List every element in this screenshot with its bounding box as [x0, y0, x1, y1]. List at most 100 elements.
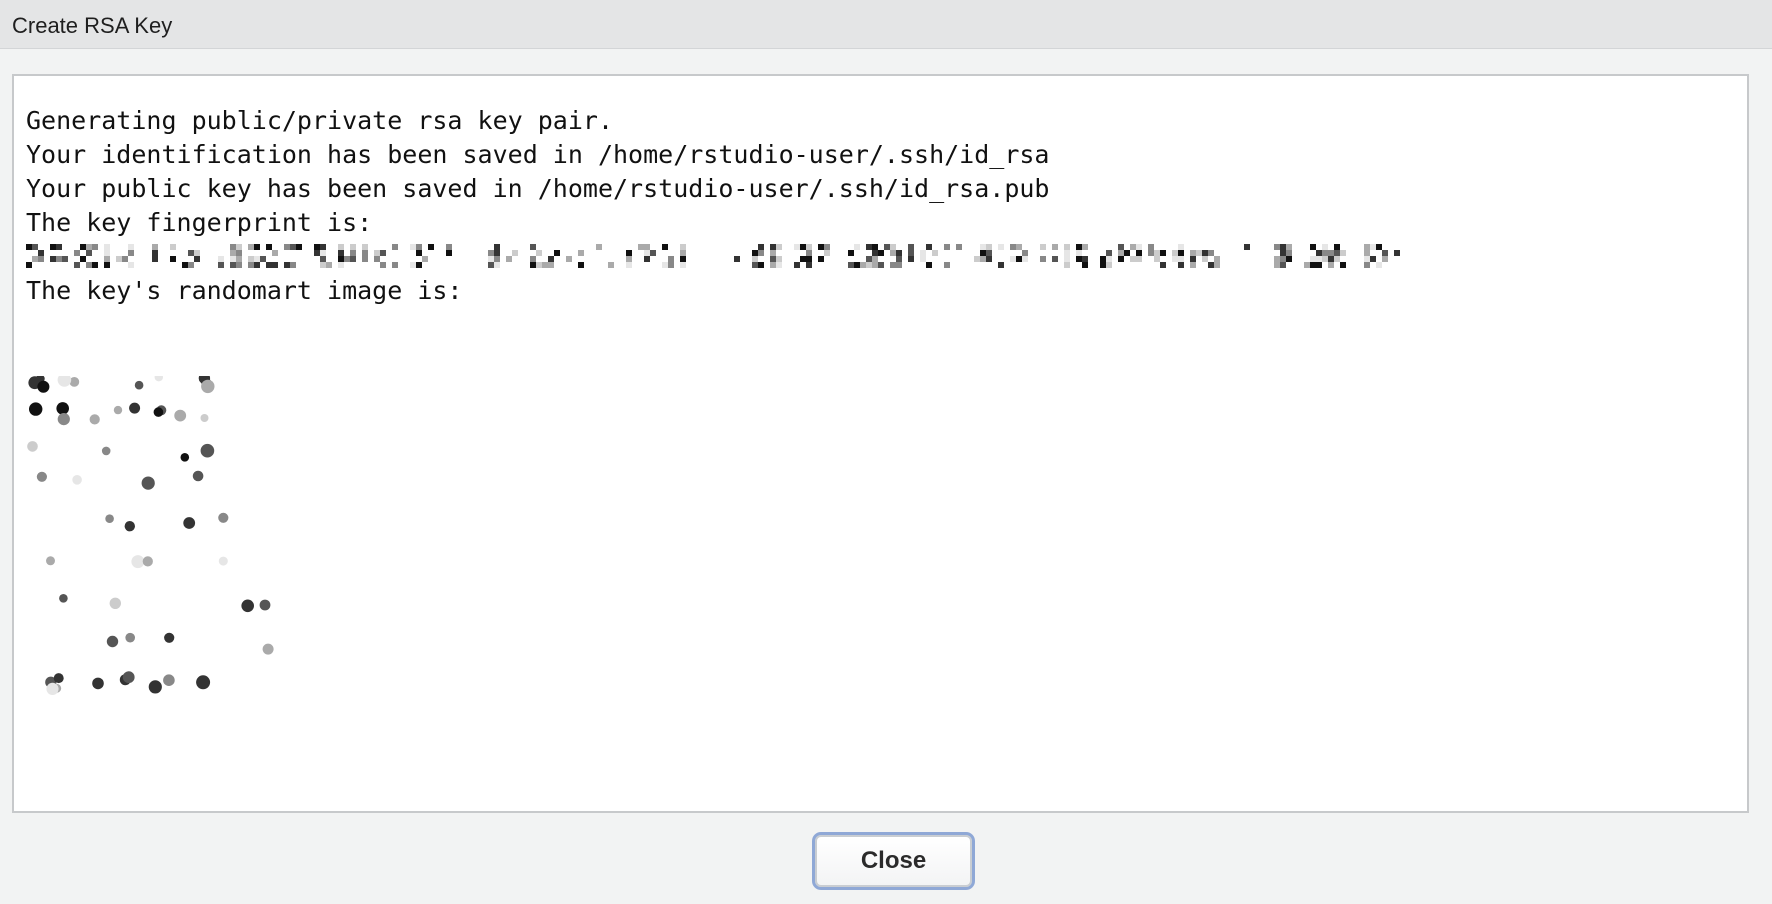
pixel-block: [920, 256, 926, 262]
randomart-speck: [53, 673, 64, 684]
pixel-block: [980, 244, 986, 250]
pixel-block: [1214, 262, 1220, 268]
pixel-block: [1010, 256, 1016, 262]
pixel-block: [908, 250, 914, 256]
pixel-block: [1322, 244, 1328, 250]
pixel-block: [530, 262, 536, 268]
pixel-block: [758, 262, 764, 268]
pixel-block: [1064, 256, 1070, 262]
randomart-speck: [131, 555, 145, 569]
pixel-block: [230, 262, 236, 268]
pixel-block: [770, 262, 776, 268]
pixel-block: [314, 244, 320, 250]
randomart-speck: [142, 556, 153, 567]
pixel-block: [998, 262, 1004, 268]
randomart-speck: [124, 521, 135, 532]
pixel-block: [494, 244, 500, 250]
pixel-block: [188, 250, 194, 256]
randomart-speck: [59, 594, 68, 603]
pixel-block: [1280, 244, 1286, 250]
pixel-block: [320, 250, 326, 256]
pixel-block: [1244, 244, 1250, 250]
pixel-block: [266, 244, 272, 250]
pixel-block: [758, 244, 764, 250]
randomart-speck: [37, 380, 50, 393]
pixel-block: [230, 250, 236, 256]
pixel-block: [1328, 256, 1334, 262]
pixel-block: [1178, 256, 1184, 262]
pixel-block: [896, 256, 902, 262]
randomart-speck: [56, 402, 69, 415]
pixel-block: [854, 262, 860, 268]
pixel-block: [578, 250, 584, 256]
pixel-block: [218, 262, 224, 268]
pixel-block: [1022, 256, 1028, 262]
pixel-block: [608, 262, 614, 268]
pixel-block: [92, 262, 98, 268]
pixel-block: [1040, 244, 1046, 250]
pixel-block: [50, 244, 56, 250]
pixel-block: [668, 262, 674, 268]
randomart-speck: [125, 632, 135, 643]
pixel-block: [866, 256, 872, 262]
pixel-block: [128, 244, 134, 250]
pixel-block: [1202, 250, 1208, 256]
pixel-block: [1136, 250, 1142, 256]
randomart-speck: [134, 380, 144, 390]
pixel-block: [1052, 244, 1058, 250]
pixel-block: [1178, 244, 1184, 250]
pixel-block: [1022, 250, 1028, 256]
close-button[interactable]: Close: [812, 832, 975, 890]
pixel-block: [1310, 256, 1316, 262]
randomart-speck: [192, 470, 204, 482]
pixel-block: [548, 262, 554, 268]
pixel-block: [338, 262, 344, 268]
pixel-block: [1334, 256, 1340, 262]
pixel-block: [284, 262, 290, 268]
pixel-block: [1124, 250, 1130, 256]
pixel-block: [1322, 256, 1328, 262]
pixel-block: [350, 256, 356, 262]
pixel-block: [1076, 244, 1082, 250]
pixel-block: [1286, 244, 1292, 250]
pixel-block: [824, 244, 830, 250]
pixel-block: [1178, 262, 1184, 268]
pixel-block: [1382, 250, 1388, 256]
randomart-speck: [46, 682, 59, 695]
pixel-block: [596, 244, 602, 250]
randomart-speck: [164, 632, 175, 643]
randomart-speck: [241, 599, 254, 613]
keygen-output-lines: Generating public/private rsa key pair. …: [26, 104, 1400, 308]
pixel-block: [338, 256, 344, 262]
pixel-block: [416, 250, 422, 256]
randomart-speck: [148, 680, 162, 694]
pixel-block: [1202, 256, 1208, 262]
pixel-block: [236, 250, 242, 256]
pixel-block: [362, 250, 368, 256]
pixel-block: [314, 250, 320, 256]
pixel-block: [74, 262, 80, 268]
pixel-block: [62, 256, 68, 262]
create-rsa-key-dialog: Create RSA Key Generating public/private…: [0, 0, 1772, 904]
randomart-speck: [218, 556, 228, 566]
pixel-block: [944, 244, 950, 250]
pixel-block: [80, 256, 86, 262]
pixel-block: [374, 256, 380, 262]
pixel-block: [236, 244, 242, 250]
pixel-block: [1118, 244, 1124, 250]
pixel-block: [1118, 256, 1124, 262]
pixel-block: [770, 244, 776, 250]
pixel-block: [1100, 262, 1106, 268]
pixel-block: [860, 262, 866, 268]
pixel-block: [872, 250, 878, 256]
pixel-block: [1310, 244, 1316, 250]
pixel-block: [182, 262, 188, 268]
pixel-block: [680, 262, 686, 268]
pixel-block: [878, 262, 884, 268]
pixel-block: [1364, 256, 1370, 262]
pixel-block: [56, 256, 62, 262]
dialog-title: Create RSA Key: [12, 13, 173, 38]
pixel-block: [890, 250, 896, 256]
pixel-block: [1064, 244, 1070, 250]
pixel-block: [338, 250, 344, 256]
